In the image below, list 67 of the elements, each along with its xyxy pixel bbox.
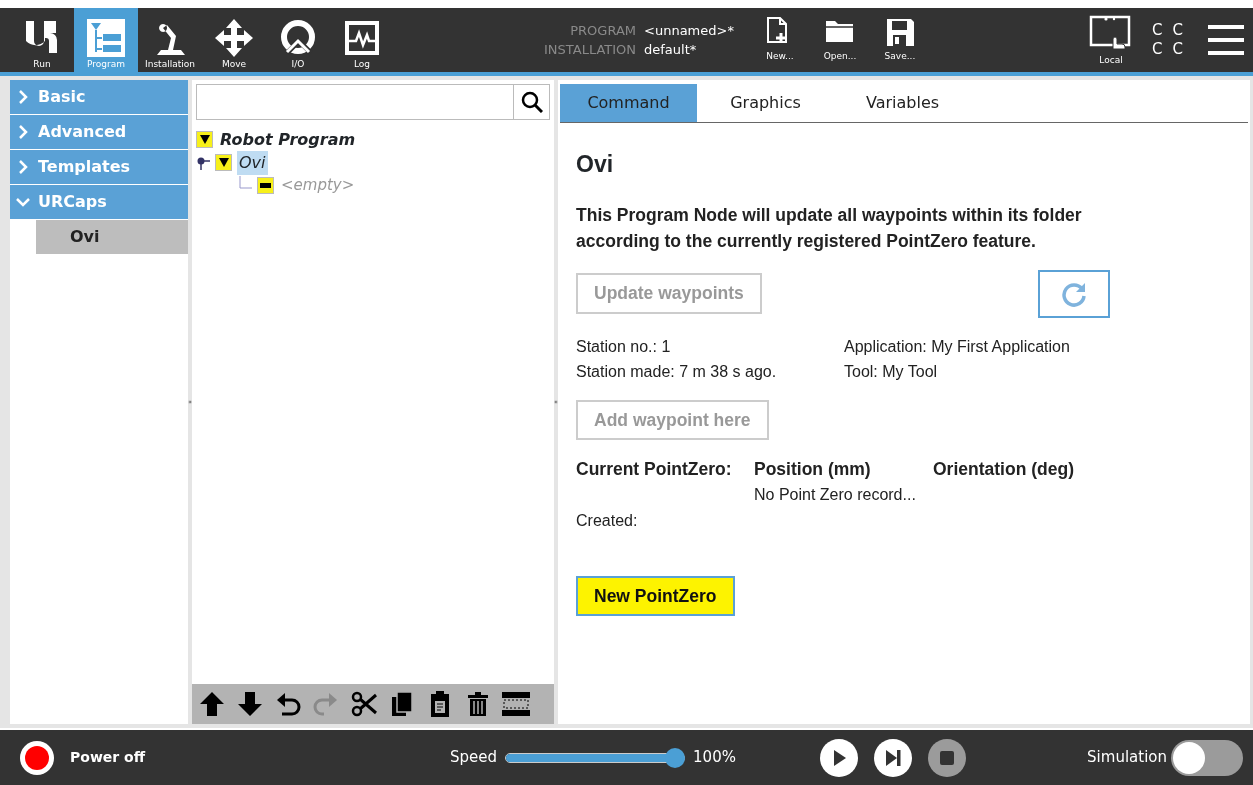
refresh-icon bbox=[1061, 280, 1087, 307]
playback-button[interactable] bbox=[873, 738, 912, 777]
status-letter: C bbox=[1172, 40, 1183, 59]
position-value: No Point Zero record... bbox=[754, 484, 917, 505]
simulation-label: Simulation bbox=[1087, 747, 1167, 769]
speed-slider[interactable] bbox=[505, 747, 686, 768]
category-subitem[interactable]: Ovi bbox=[36, 220, 188, 254]
tool-name: Tool: My Tool bbox=[844, 361, 939, 382]
tree-node[interactable]: Robot Program bbox=[218, 127, 358, 152]
nav-tab[interactable]: Installation bbox=[138, 8, 202, 72]
chevron-right-icon bbox=[16, 125, 30, 139]
installation-name: default* bbox=[644, 41, 698, 59]
move-arrows-icon bbox=[215, 18, 253, 57]
menu-button[interactable] bbox=[1207, 24, 1245, 56]
file-button[interactable]: New... bbox=[749, 8, 810, 72]
suppress-icon bbox=[502, 690, 530, 718]
triangle-down-icon bbox=[199, 135, 210, 144]
nav-tab[interactable]: I/O bbox=[266, 8, 330, 72]
chevron-right-icon bbox=[16, 160, 30, 174]
nav-tab[interactable]: Run bbox=[10, 8, 74, 72]
station-number: Station no.: 1 bbox=[576, 336, 672, 357]
power-button[interactable] bbox=[20, 740, 54, 775]
triangle-down-icon bbox=[218, 158, 229, 167]
column-header: Current PointZero: bbox=[576, 457, 733, 481]
simulation-toggle[interactable] bbox=[1171, 739, 1243, 776]
status-letter: C bbox=[1172, 21, 1183, 40]
power-status: Power off bbox=[70, 748, 146, 767]
created-label: Created: bbox=[576, 510, 639, 531]
arrow-down-icon bbox=[236, 690, 264, 718]
tree-node[interactable]: Ovi bbox=[237, 150, 268, 175]
scissors-icon bbox=[350, 690, 378, 718]
pin-icon bbox=[196, 155, 210, 170]
status-letter: C bbox=[1152, 40, 1163, 59]
new-pointzero-button[interactable]: New PointZero bbox=[576, 575, 735, 616]
program-name: <unnamed>* bbox=[644, 22, 734, 40]
application-name: Application: My First Application bbox=[844, 336, 1071, 357]
speed-reading: 100% bbox=[693, 747, 736, 769]
expand-toggle[interactable] bbox=[215, 154, 232, 171]
nav-tab[interactable]: Move bbox=[202, 8, 266, 72]
gauge-arrows-icon bbox=[279, 18, 317, 57]
node-title: Ovi bbox=[576, 150, 615, 179]
refresh-button[interactable] bbox=[1038, 269, 1110, 318]
status-letter: C bbox=[1152, 21, 1163, 40]
arrow-up-icon bbox=[198, 690, 226, 718]
column-header: Position (mm) bbox=[754, 457, 872, 481]
power-indicator bbox=[25, 745, 49, 770]
file-button[interactable]: Save... bbox=[869, 8, 930, 72]
search-icon bbox=[520, 91, 543, 113]
mode-button[interactable]: Local bbox=[1086, 8, 1137, 72]
chevron-down-icon bbox=[16, 195, 30, 209]
station-made-time: Station made: 7 m 38 s ago. bbox=[576, 361, 778, 382]
installation-label: INSTALLATION bbox=[544, 41, 637, 59]
program-tree-icon bbox=[87, 18, 125, 57]
tab[interactable]: Command bbox=[560, 84, 697, 122]
dash-icon bbox=[260, 183, 271, 188]
column-header: Orientation (deg) bbox=[933, 457, 1075, 481]
slider-thumb[interactable] bbox=[665, 747, 686, 768]
file-button[interactable]: Open... bbox=[809, 8, 870, 72]
expand-toggle[interactable] bbox=[196, 131, 213, 148]
search-field[interactable] bbox=[196, 84, 550, 120]
chevron-right-icon bbox=[16, 90, 30, 104]
menu-icon bbox=[1207, 24, 1245, 56]
node-description: This Program Node will update all waypoints within its folder according to the currently registered PointZero feature. bbox=[576, 203, 1083, 253]
nav-tab[interactable]: Log bbox=[330, 8, 394, 72]
playback-button[interactable] bbox=[819, 738, 858, 777]
speed-label: Speed bbox=[450, 747, 498, 769]
program-label: PROGRAM bbox=[569, 22, 637, 40]
